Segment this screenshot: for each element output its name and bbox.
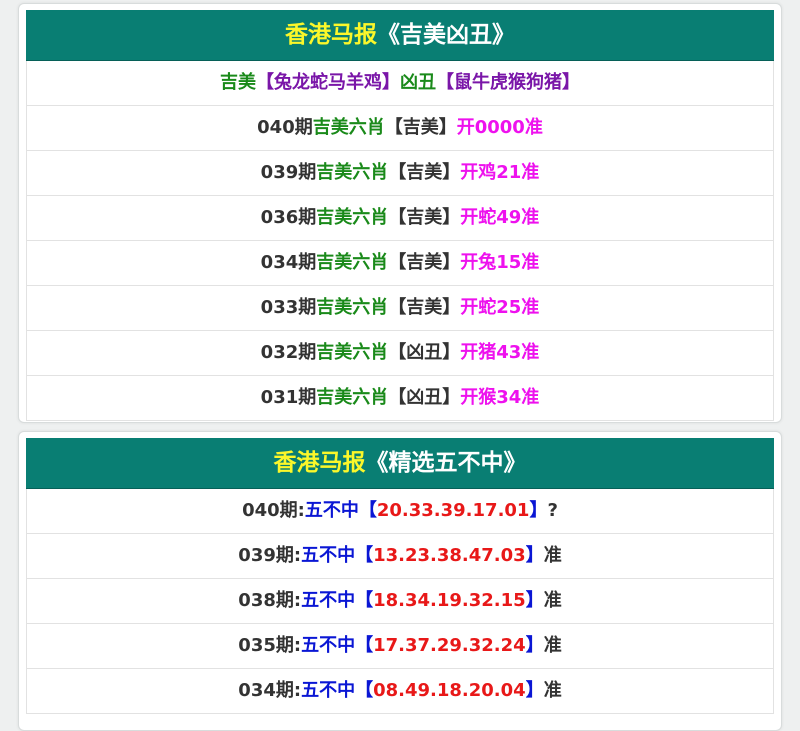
prediction-row: 034期吉美六肖【吉美】开兔15准: [26, 241, 774, 286]
status: 准: [543, 680, 562, 701]
prediction-row: 039期吉美六肖【吉美】开鸡21准: [26, 151, 774, 196]
five-miss-row: 040期:五不中【20.33.39.17.01】?: [26, 489, 774, 534]
panel-title: 香港马报《吉美凶丑》: [26, 10, 774, 61]
five-miss-panel: 香港马报《精选五不中》 040期:五不中【20.33.39.17.01】? 03…: [18, 431, 782, 731]
bracket-close: 】: [525, 590, 544, 611]
numbers: 17.37.29.32.24: [373, 635, 526, 656]
numbers: 13.23.38.47.03: [373, 545, 526, 566]
prediction-row: 031期吉美六肖【凶丑】开猴34准: [26, 376, 774, 421]
result: 开兔15准: [460, 252, 540, 273]
prediction-row: 033期吉美六肖【吉美】开蛇25准: [26, 286, 774, 331]
label: 五不中: [301, 590, 356, 611]
label: 五不中: [304, 500, 359, 521]
good-group: 【兔龙蛇马羊鸡】: [256, 72, 400, 93]
bad-group: 【鼠牛虎猴狗猪】: [436, 72, 580, 93]
panel-title-highlight: 香港马报: [273, 450, 366, 476]
lucky-zodiac-panel: 香港马报《吉美凶丑》 吉美【兔龙蛇马羊鸡】凶丑【鼠牛虎猴狗猪】 040期吉美六肖…: [18, 3, 782, 423]
panel-title-highlight: 香港马报: [285, 22, 377, 48]
status: 准: [543, 590, 562, 611]
period: 034期: [260, 252, 317, 273]
bracket-open: 【: [355, 635, 374, 656]
tag: 【吉美】: [388, 252, 461, 273]
bracket-close: 】: [525, 545, 544, 566]
bad-label: 凶丑: [400, 72, 436, 93]
result: 开猴34准: [460, 387, 540, 408]
period: 033期: [260, 297, 317, 318]
panel-title: 香港马报《精选五不中》: [26, 438, 774, 489]
tag: 【凶丑】: [388, 387, 461, 408]
bracket-close: 】: [525, 680, 544, 701]
category: 吉美六肖: [316, 207, 389, 228]
panel-title-rest: 《精选五不中》: [365, 450, 527, 476]
tag: 【吉美】: [388, 297, 461, 318]
period: 032期: [260, 342, 317, 363]
tag: 【吉美】: [388, 207, 461, 228]
bracket-open: 【: [355, 680, 374, 701]
category: 吉美六肖: [312, 117, 385, 138]
bracket-open: 【: [355, 545, 374, 566]
five-miss-row: 034期:五不中【08.49.18.20.04】准: [26, 669, 774, 714]
period: 036期: [260, 207, 317, 228]
category: 吉美六肖: [316, 252, 389, 273]
result: 开鸡21准: [460, 162, 540, 183]
result: 开猪43准: [460, 342, 540, 363]
period: 039期:: [238, 545, 302, 566]
period: 040期: [257, 117, 313, 138]
prediction-row: 032期吉美六肖【凶丑】开猪43准: [26, 331, 774, 376]
period: 035期:: [238, 635, 302, 656]
label: 五不中: [301, 680, 356, 701]
panel-title-rest: 《吉美凶丑》: [377, 22, 515, 48]
bracket-close: 】: [529, 500, 548, 521]
five-miss-row: 035期:五不中【17.37.29.32.24】准: [26, 624, 774, 669]
zodiac-legend-row: 吉美【兔龙蛇马羊鸡】凶丑【鼠牛虎猴狗猪】: [26, 61, 774, 106]
period: 039期: [260, 162, 317, 183]
five-miss-row: 038期:五不中【18.34.19.32.15】准: [26, 579, 774, 624]
numbers: 18.34.19.32.15: [373, 590, 526, 611]
tag: 【吉美】: [388, 162, 461, 183]
bracket-open: 【: [358, 500, 377, 521]
status: 准: [543, 545, 562, 566]
label: 五不中: [301, 545, 356, 566]
tag: 【凶丑】: [388, 342, 461, 363]
result: 开蛇25准: [460, 297, 540, 318]
period: 040期:: [242, 500, 305, 521]
period: 038期:: [238, 590, 302, 611]
period: 034期:: [238, 680, 302, 701]
label: 五不中: [301, 635, 356, 656]
five-miss-row: 039期:五不中【13.23.38.47.03】准: [26, 534, 774, 579]
status: ?: [547, 500, 558, 521]
numbers: 08.49.18.20.04: [373, 680, 526, 701]
numbers: 20.33.39.17.01: [376, 500, 530, 521]
category: 吉美六肖: [316, 387, 389, 408]
result: 开0000准: [456, 117, 543, 138]
bracket-close: 】: [525, 635, 544, 656]
result: 开蛇49准: [460, 207, 540, 228]
category: 吉美六肖: [316, 162, 389, 183]
category: 吉美六肖: [316, 297, 389, 318]
bracket-open: 【: [355, 590, 374, 611]
good-label: 吉美: [220, 72, 256, 93]
category: 吉美六肖: [316, 342, 389, 363]
period: 031期: [260, 387, 317, 408]
tag: 【吉美】: [384, 117, 457, 138]
prediction-row: 036期吉美六肖【吉美】开蛇49准: [26, 196, 774, 241]
status: 准: [543, 635, 562, 656]
prediction-row: 040期吉美六肖【吉美】开0000准: [26, 106, 774, 151]
